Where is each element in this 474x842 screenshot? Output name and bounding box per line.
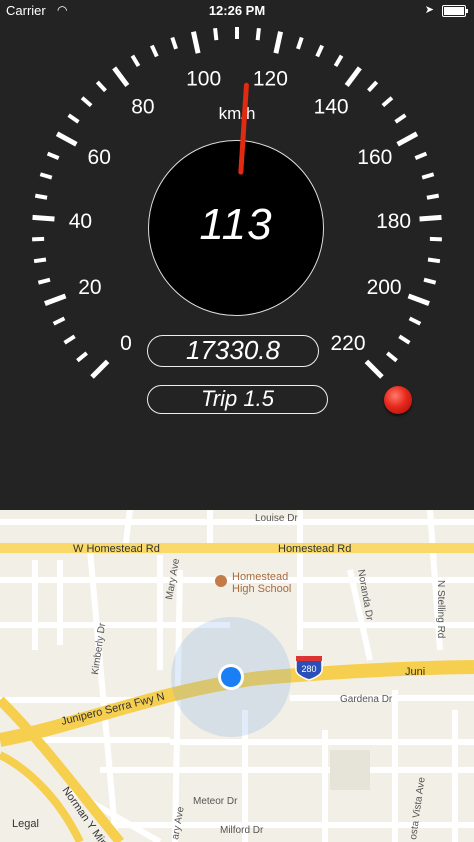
status-bar: Carrier ◠ 12:26 PM ➤ [0, 0, 474, 22]
label-w-homestead-rd: W Homestead Rd [73, 543, 160, 555]
current-location-dot[interactable] [221, 667, 241, 687]
map-canvas[interactable]: 280 Louise Dr W Homestead Rd Homestead R… [0, 510, 474, 842]
label-milford-dr: Milford Dr [220, 825, 264, 836]
label-poi-line1: Homestead [232, 571, 288, 583]
map-view[interactable]: 280 Louise Dr W Homestead Rd Homestead R… [0, 510, 474, 842]
location-arrow-icon: ➤ [424, 4, 434, 16]
label-junipero-serra-fwy: Junipero Serra Fwy N [60, 691, 166, 728]
label-juni: Juni [405, 666, 425, 678]
speedometer-panel: 0 20 40 60 80 100 120 140 160 180 200 220 113 km/h … [0, 0, 474, 510]
speed-needle [238, 82, 249, 175]
label-kimberly-dr: Kimberly Dr [90, 622, 108, 676]
battery-level [444, 7, 464, 15]
label-poi-line2: High School [232, 583, 291, 595]
battery-icon [442, 5, 468, 17]
label-meteor-dr: Meteor Dr [193, 796, 238, 807]
school-icon [215, 575, 227, 587]
label-gardena-dr: Gardena Dr [340, 694, 393, 705]
label-costa-vista-ave: osta Vista Ave [408, 776, 428, 840]
clock: 12:26 PM [208, 3, 266, 18]
legal-link[interactable]: Legal [12, 818, 39, 830]
label-n-stelling-rd: N Stelling Rd [435, 580, 446, 638]
label-homestead-rd: Homestead Rd [278, 543, 351, 555]
needle-layer [238, 82, 249, 175]
interstate-280-shield: 280 [295, 656, 323, 681]
park-area [330, 750, 370, 790]
interstate-number: 280 [301, 664, 316, 674]
label-louise-dr: Louise Dr [255, 513, 298, 524]
